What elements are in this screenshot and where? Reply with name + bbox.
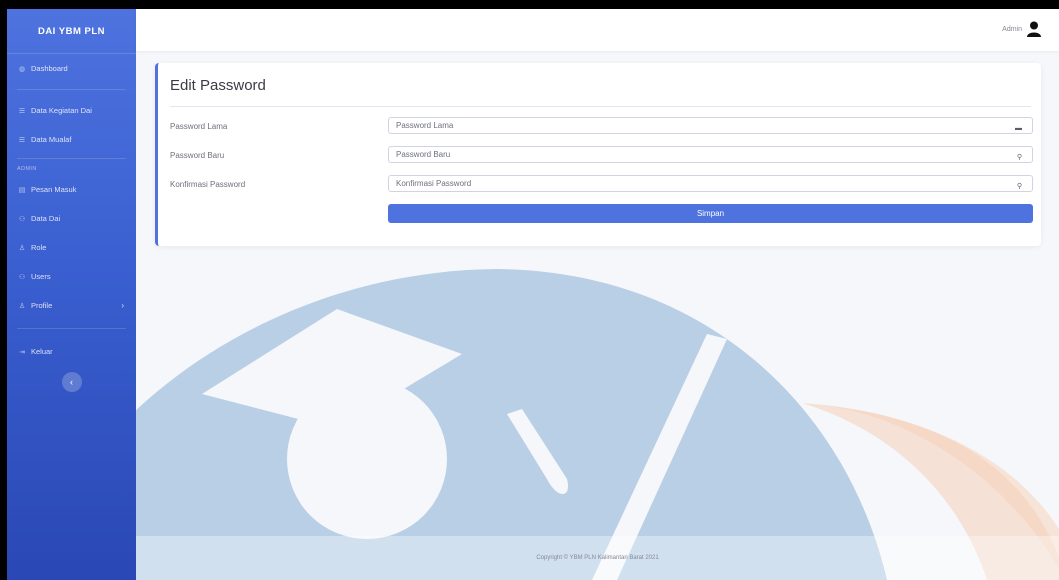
new-password-label: Password Baru bbox=[170, 151, 225, 160]
sidebar-item-data-mualaf[interactable]: ☰ Data Mualaf bbox=[7, 125, 136, 154]
inbox-icon: ▤ bbox=[18, 186, 26, 194]
topbar: Admin bbox=[136, 9, 1059, 51]
dashboard-icon: ◍ bbox=[18, 65, 26, 73]
sidebar-toggle-button[interactable]: ‹ bbox=[61, 372, 82, 392]
table-icon: ☰ bbox=[18, 136, 26, 144]
footer: Copyright © YBM PLN Kalimantan Barat 202… bbox=[136, 536, 1059, 580]
user-icon: ♙ bbox=[18, 244, 26, 252]
save-button[interactable]: Simpan bbox=[388, 204, 1033, 223]
users-icon: ⚇ bbox=[18, 273, 26, 281]
sidebar-item-label: Users bbox=[31, 272, 51, 281]
chevron-left-icon: ‹ bbox=[70, 377, 73, 387]
brand-logo[interactable]: DAI YBM PLN bbox=[7, 9, 136, 54]
sidebar-item-label: Data Mualaf bbox=[31, 135, 72, 144]
old-password-input[interactable]: Password Lama ▬ bbox=[388, 117, 1033, 134]
user-avatar-icon bbox=[1027, 21, 1041, 37]
keyboard-icon[interactable]: ▬ bbox=[1015, 121, 1022, 136]
chevron-right-icon: › bbox=[121, 301, 124, 310]
key-icon[interactable]: ⚲ bbox=[1017, 179, 1022, 194]
confirm-password-input[interactable]: Konfirmasi Password ⚲ bbox=[388, 175, 1033, 192]
sidebar-item-pesan-masuk[interactable]: ▤ Pesan Masuk bbox=[7, 175, 136, 204]
sidebar-item-users[interactable]: ⚇ Users bbox=[7, 262, 136, 291]
user-name: Admin bbox=[1002, 25, 1022, 33]
sidebar-item-label: Role bbox=[31, 243, 47, 252]
users-icon: ⚇ bbox=[18, 215, 26, 223]
input-placeholder: Password Lama bbox=[396, 121, 454, 130]
sidebar-item-label: Data Dai bbox=[31, 214, 61, 223]
sidebar-item-dashboard[interactable]: ◍ Dashboard bbox=[7, 54, 136, 83]
user-menu[interactable]: Admin bbox=[1002, 21, 1041, 37]
app-window: DAI YBM PLN ◍ Dashboard ☰ Data Kegiatan … bbox=[7, 9, 1059, 580]
old-password-label: Password Lama bbox=[170, 122, 228, 131]
new-password-input[interactable]: Password Baru ⚲ bbox=[388, 146, 1033, 163]
logout-icon: ⇥ bbox=[19, 348, 25, 356]
sidebar-item-profile[interactable]: ♙ Profile › bbox=[7, 291, 136, 320]
divider bbox=[170, 106, 1031, 107]
divider bbox=[17, 158, 126, 159]
sidebar-item-label: Pesan Masuk bbox=[31, 185, 77, 194]
table-icon: ☰ bbox=[18, 107, 26, 115]
sidebar: DAI YBM PLN ◍ Dashboard ☰ Data Kegiatan … bbox=[7, 9, 136, 580]
confirm-password-label: Konfirmasi Password bbox=[170, 180, 246, 189]
sidebar-heading-admin: ADMIN bbox=[17, 166, 37, 172]
sidebar-item-data-dai[interactable]: ⚇ Data Dai bbox=[7, 204, 136, 233]
sidebar-item-data-kegiatan-dai[interactable]: ☰ Data Kegiatan Dai bbox=[7, 96, 136, 125]
input-placeholder: Konfirmasi Password bbox=[396, 179, 472, 188]
divider bbox=[17, 89, 126, 90]
input-placeholder: Password Baru bbox=[396, 150, 451, 159]
key-icon[interactable]: ⚲ bbox=[1017, 150, 1022, 165]
sidebar-item-label: Data Kegiatan Dai bbox=[31, 106, 92, 115]
sidebar-item-label: Keluar bbox=[31, 347, 53, 356]
sidebar-item-label: Dashboard bbox=[31, 64, 68, 73]
sidebar-item-role[interactable]: ♙ Role bbox=[7, 233, 136, 262]
sidebar-item-label: Profile bbox=[31, 301, 53, 310]
divider bbox=[17, 328, 126, 329]
page-title: Edit Password bbox=[170, 77, 266, 94]
copyright-text: Copyright © YBM PLN Kalimantan Barat 202… bbox=[536, 555, 659, 561]
edit-password-card: Edit Password Password Lama Password Lam… bbox=[155, 63, 1041, 246]
sidebar-item-keluar[interactable]: ⇥ Keluar bbox=[7, 337, 136, 366]
user-icon: ♙ bbox=[18, 302, 26, 310]
